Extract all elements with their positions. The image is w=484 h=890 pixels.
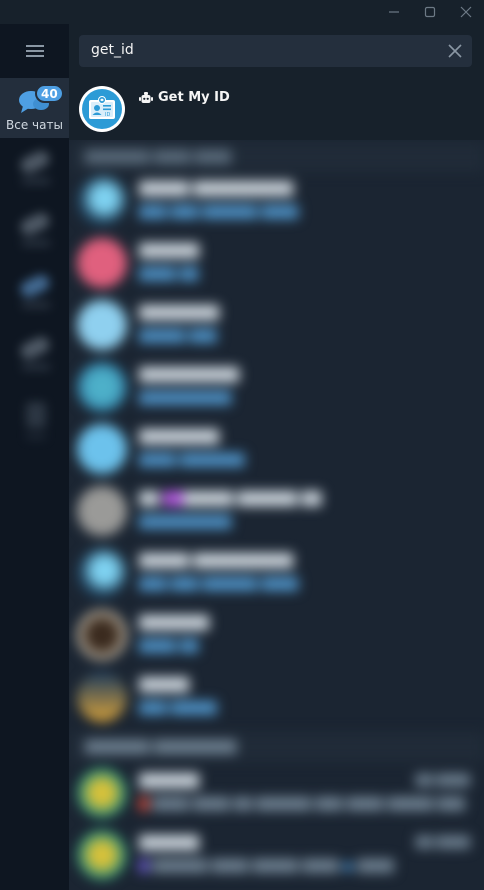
list-item[interactable]: ██████████ ██████████ [69, 356, 484, 418]
close-icon [448, 44, 462, 58]
folder-blurred-3[interactable] [16, 268, 56, 324]
bot-icon [139, 91, 153, 103]
title-bar [0, 0, 484, 24]
hamburger-menu-icon [25, 45, 44, 57]
minimize-icon [389, 11, 399, 13]
search-bar: get_id [69, 24, 484, 78]
list-item[interactable]: ██████ ████ ██ [69, 232, 484, 294]
search-query: get_id [91, 42, 134, 58]
maximize-button[interactable] [412, 0, 448, 24]
folder-sidebar: 40 Все чаты [0, 24, 69, 890]
clear-search-button[interactable] [444, 40, 466, 62]
svg-text:ID: ID [105, 112, 110, 118]
close-icon [460, 6, 472, 18]
list-item[interactable]: ███████ ████ ██ [69, 604, 484, 666]
list-item[interactable]: █████ ██████████ ███ ███ ██████ ████ [69, 170, 484, 232]
maximize-icon [424, 6, 436, 18]
folder-blurred-5[interactable] [16, 396, 56, 452]
search-input[interactable]: get_id [79, 35, 472, 67]
minimize-button[interactable] [376, 0, 412, 24]
result-name: Get My ID [158, 90, 230, 105]
list-item[interactable]: ██ ███████ ██████ ██ ██████████ [69, 480, 484, 542]
folder-blurred-2[interactable] [16, 206, 56, 262]
avatar: ID [79, 86, 125, 132]
folder-label: Все чаты [6, 118, 63, 132]
blurred-chat-list: ███████ ████ ████ █████ ██████████ ███ ██… [69, 140, 484, 890]
list-item[interactable]: ████████ ████ ███████ [69, 418, 484, 480]
unread-badge: 40 [35, 84, 64, 103]
list-item[interactable]: █████ ██████████ ███ ███ ██████ ████ [69, 542, 484, 604]
folder-blurred-4[interactable] [16, 330, 56, 386]
folder-all-chats[interactable]: 40 Все чаты [0, 78, 69, 138]
list-item[interactable]: ████████ █████ ███ [69, 294, 484, 356]
list-item[interactable]: █████ ███ █████ [69, 666, 484, 728]
list-item[interactable]: ██████ ██ ████ █ ██████ ████ █████ ████ ●… [69, 824, 484, 886]
folder-blurred-1[interactable] [16, 144, 56, 200]
list-item[interactable]: ██████ ██ ████ █ ████ ████ ██ ██████ ███ … [69, 762, 484, 824]
close-window-button[interactable] [448, 0, 484, 24]
id-card-icon: ID [89, 96, 115, 119]
search-result-row[interactable]: ID Get My ID [69, 78, 484, 140]
result-title: Get My ID [139, 90, 230, 105]
main-menu-button[interactable] [0, 24, 69, 78]
